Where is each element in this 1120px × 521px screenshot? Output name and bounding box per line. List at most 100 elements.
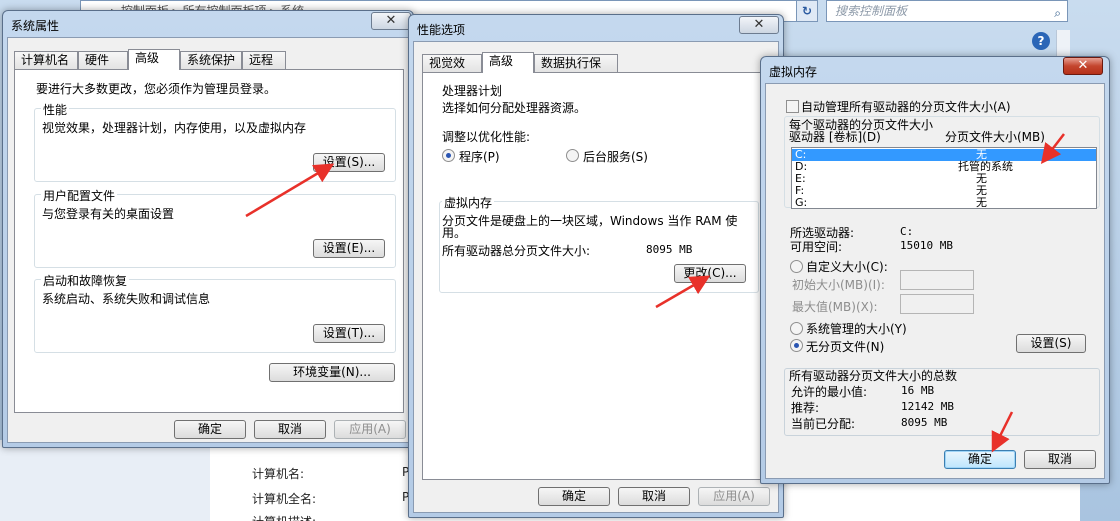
tab-hardware[interactable]: 硬件 <box>78 51 128 69</box>
profile-settings-button[interactable]: 设置(E)... <box>313 239 385 258</box>
auto-manage-checkbox[interactable] <box>786 100 799 113</box>
tab-system-protection[interactable]: 系统保护 <box>180 51 242 69</box>
environment-variables-button[interactable]: 环境变量(N)... <box>269 363 395 382</box>
list-item[interactable]: F: 无 <box>792 185 1096 197</box>
cancel-button[interactable]: 取消 <box>254 420 326 439</box>
search-icon[interactable]: ⌕ <box>1054 3 1061 23</box>
refresh-icon[interactable]: ↻ <box>796 0 818 22</box>
free-space-value: 15010 MB <box>900 239 953 252</box>
info-label: 计算机名: <box>252 467 305 481</box>
cancel-button[interactable]: 取消 <box>1024 450 1096 469</box>
tab-advanced[interactable]: 高级 <box>128 49 180 70</box>
current-value: 8095 MB <box>901 416 948 429</box>
set-button[interactable]: 设置(S) <box>1016 334 1086 353</box>
close-icon: ✕ <box>1077 58 1089 73</box>
search-input[interactable]: 搜索控制面板 ⌕ <box>826 0 1068 22</box>
group-label: 用户配置文件 <box>41 187 118 204</box>
auto-manage-label: 自动管理所有驱动器的分页文件大小(A) <box>801 100 1011 114</box>
dialog-body: 自动管理所有驱动器的分页文件大小(A) 每个驱动器的分页文件大小 驱动器 [卷标… <box>765 83 1105 479</box>
list-item[interactable]: G: 无 <box>792 197 1096 209</box>
column-header-size: 分页文件大小(MB) <box>945 130 1045 144</box>
total-label: 所有驱动器总分页文件大小: <box>442 244 591 258</box>
virtual-memory-window: 虚拟内存 ✕ 自动管理所有驱动器的分页文件大小(A) 每个驱动器的分页文件大小 … <box>760 56 1110 484</box>
change-button[interactable]: 更改(C)... <box>674 264 746 283</box>
current-label: 当前已分配: <box>791 417 856 431</box>
list-item[interactable]: D: 托管的系统 <box>792 161 1096 173</box>
apply-button[interactable]: 应用(A) <box>698 487 770 506</box>
recommended-label: 推荐: <box>791 401 820 415</box>
startup-settings-button[interactable]: 设置(T)... <box>313 324 385 343</box>
info-label: 计算机全名: <box>252 492 317 506</box>
drive-list[interactable]: C: 无 D: 托管的系统 E: 无 F: 无 G: 无 <box>791 147 1097 209</box>
help-icon[interactable]: ? <box>1032 32 1050 50</box>
window-title: 虚拟内存 <box>769 65 818 79</box>
group-desc: 系统启动、系统失败和调试信息 <box>42 292 211 306</box>
close-button[interactable]: ✕ <box>1063 57 1103 75</box>
totals-group: 所有驱动器分页文件大小的总数 允许的最小值: 16 MB 推荐: 12142 M… <box>784 368 1100 436</box>
admin-note: 要进行大多数更改，您必须作为管理员登录。 <box>36 82 277 96</box>
tab-visual-effects[interactable]: 视觉效果 <box>422 54 482 86</box>
cpu-scheduling-group: 处理器计划 选择如何分配处理器资源。 调整以优化性能: 程序(P) 后台服务(S… <box>439 82 759 169</box>
info-label: 计算机描述: <box>252 513 316 521</box>
list-item[interactable]: C: 无 <box>792 149 1096 161</box>
per-drive-group: 每个驱动器的分页文件大小 驱动器 [卷标](D) 分页文件大小(MB) C: 无 … <box>784 116 1100 209</box>
close-button[interactable]: ✕ <box>371 12 411 30</box>
background-services-radio[interactable] <box>566 149 579 162</box>
list-item[interactable]: E: 无 <box>792 173 1096 185</box>
tab-remote[interactable]: 远程 <box>242 51 286 69</box>
ok-button[interactable]: 确定 <box>174 420 246 439</box>
nav-pane <box>0 440 210 521</box>
close-icon: ✕ <box>753 17 765 32</box>
program-radio[interactable] <box>442 149 455 162</box>
radio-label: 后台服务(S) <box>583 150 648 164</box>
system-managed-radio[interactable] <box>790 322 803 335</box>
performance-options-window: 性能选项 ✕ 视觉效果 高级 数据执行保护 处理器计划 选择如何分配处理器资源。… <box>408 14 784 518</box>
radio-label: 程序(P) <box>459 150 500 164</box>
ok-button[interactable]: 确定 <box>944 450 1016 469</box>
startup-recovery-group: 启动和故障恢复 系统启动、系统失败和调试信息 设置(T)... <box>34 272 396 353</box>
min-value: 16 MB <box>901 384 935 397</box>
system-properties-window: 系统属性 ✕ 计算机名 硬件 高级 系统保护 远程 要进行大多数更改，您必须作为… <box>2 10 414 448</box>
min-label: 允许的最小值: <box>791 385 868 399</box>
group-label: 性能 <box>41 101 70 118</box>
performance-settings-button[interactable]: 设置(S)... <box>313 153 385 172</box>
apply-button[interactable]: 应用(A) <box>334 420 406 439</box>
max-size-input[interactable] <box>900 294 974 314</box>
close-button[interactable]: ✕ <box>739 16 779 34</box>
drive-letter: G: <box>795 196 808 209</box>
dialog-body: 视觉效果 高级 数据执行保护 处理器计划 选择如何分配处理器资源。 调整以优化性… <box>413 41 779 513</box>
window-title: 系统属性 <box>11 19 60 33</box>
advanced-panel: 处理器计划 选择如何分配处理器资源。 调整以优化性能: 程序(P) 后台服务(S… <box>422 72 772 480</box>
tab-strip: 视觉效果 高级 数据执行保护 <box>422 52 772 86</box>
total-value: 8095 MB <box>646 243 693 256</box>
column-header-drive: 驱动器 [卷标](D) <box>789 130 881 144</box>
tab-advanced[interactable]: 高级 <box>482 52 534 73</box>
cancel-button[interactable]: 取消 <box>618 487 690 506</box>
custom-size-radio[interactable] <box>790 260 803 273</box>
adjust-label: 调整以优化性能: <box>442 130 531 144</box>
tab-computer-name[interactable]: 计算机名 <box>14 51 78 69</box>
max-size-label: 最大值(MB)(X): <box>792 300 878 314</box>
radio-label: 系统管理的大小(Y) <box>806 322 907 336</box>
no-paging-radio[interactable] <box>790 339 803 352</box>
group-label: 启动和故障恢复 <box>41 272 130 289</box>
ok-button[interactable]: 确定 <box>538 487 610 506</box>
radio-label: 无分页文件(N) <box>806 340 885 354</box>
radio-label: 自定义大小(C): <box>806 260 888 274</box>
virtual-memory-group: 虚拟内存 分页文件是硬盘上的一块区域，Windows 当作 RAM 使 用。 所… <box>439 194 759 293</box>
initial-size-input[interactable] <box>900 270 974 290</box>
initial-size-label: 初始大小(MB)(I): <box>792 278 885 292</box>
group-desc: 与您登录有关的桌面设置 <box>42 207 175 221</box>
group-desc: 视觉效果，处理器计划，内存使用，以及虚拟内存 <box>42 121 307 135</box>
tab-dep[interactable]: 数据执行保护 <box>534 54 618 86</box>
tab-strip: 计算机名 硬件 高级 系统保护 远程 <box>14 49 404 70</box>
window-title: 性能选项 <box>417 23 466 37</box>
group-label: 处理器计划 <box>440 82 505 99</box>
group-desc: 分页文件是硬盘上的一块区域，Windows 当作 RAM 使 <box>442 214 738 228</box>
group-desc: 用。 <box>442 226 467 240</box>
free-space-label: 可用空间: <box>790 240 843 254</box>
close-icon: ✕ <box>385 13 397 28</box>
advanced-panel: 要进行大多数更改，您必须作为管理员登录。 性能 视觉效果，处理器计划，内存使用，… <box>14 69 404 413</box>
group-desc: 选择如何分配处理器资源。 <box>442 101 587 115</box>
selected-drive-value: C: <box>900 225 914 238</box>
